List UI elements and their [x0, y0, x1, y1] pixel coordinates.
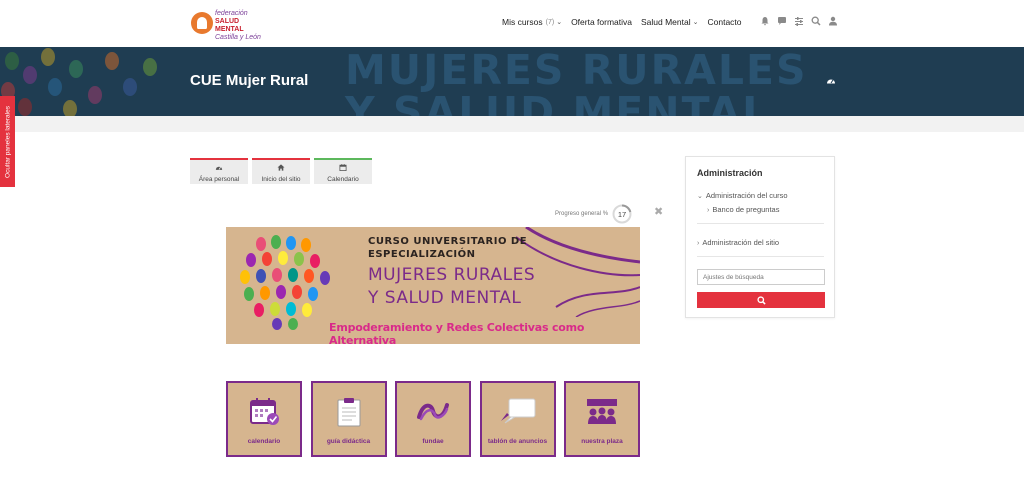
hands-decoration-icon — [1, 48, 157, 116]
tile-label: tablón de anuncios — [487, 438, 548, 445]
quicklink-calendario[interactable]: Calendario — [314, 158, 372, 184]
administration-block: Administración ⌄ Administración del curso… — [685, 156, 835, 318]
nav-label: Mis cursos — [502, 17, 543, 27]
course-tiles: calendario guía didáctica fundae tablón … — [226, 381, 649, 457]
calendar-check-icon — [250, 398, 279, 425]
site-logo[interactable]: federación SALUD MENTAL Castilla y León — [191, 10, 266, 41]
nav-oferta-formativa[interactable]: Oferta formativa — [571, 17, 632, 27]
colorful-hands-icon — [240, 235, 330, 330]
question-bank-label: Banco de preguntas — [712, 205, 780, 214]
nav-mis-cursos[interactable]: Mis cursos (7) ⌄ — [502, 17, 562, 27]
dashboard-icon — [190, 164, 248, 174]
progress-value: 17 — [618, 210, 626, 219]
progress-ring: 17 — [612, 204, 632, 224]
tile-guia-didactica[interactable]: guía didáctica — [310, 381, 387, 457]
top-navbar: federación SALUD MENTAL Castilla y León … — [0, 0, 1024, 47]
fundae-logo-icon — [417, 403, 449, 421]
logo-line-3: Castilla y León — [215, 34, 261, 41]
banner-bg-line-1: MUJERES RURALES — [345, 47, 808, 94]
clipboard-icon — [337, 398, 360, 427]
course-banner-image: CURSO UNIVERSITARIO DE ESPECIALIZACIÓN M… — [226, 227, 640, 344]
nav-label: Contacto — [707, 17, 742, 27]
course-image-line-1: CURSO UNIVERSITARIO DE — [368, 236, 528, 247]
people-icon — [587, 399, 617, 424]
chevron-down-icon: ⌄ — [556, 19, 563, 26]
side-tab-label: Ocultar paneles laterales — [4, 105, 11, 178]
nav-salud-mental[interactable]: Salud Mental ⌄ — [641, 17, 699, 27]
course-image-line-2: ESPECIALIZACIÓN — [368, 249, 476, 260]
admin-title: Administración — [697, 168, 763, 178]
page-title: CUE Mujer Rural — [190, 72, 309, 89]
bell-icon[interactable] — [759, 16, 770, 27]
banner-background-text: MUJERES RURALES Y SALUD MENTAL — [345, 49, 808, 116]
chevron-down-icon: ⌄ — [697, 193, 703, 200]
chevron-right-icon: › — [707, 207, 710, 214]
settings-search-button[interactable] — [697, 292, 825, 308]
logo-line-1: federación — [215, 10, 248, 17]
logo-text: federación SALUD MENTAL Castilla y León — [215, 10, 266, 42]
nav-contacto[interactable]: Contacto — [708, 17, 742, 27]
settings-search-input[interactable] — [697, 269, 825, 285]
search-icon[interactable] — [810, 16, 821, 27]
question-bank-link[interactable]: › Banco de preguntas — [707, 205, 779, 214]
quicklink-label: Inicio del sitio — [261, 176, 301, 183]
chevron-right-icon: › — [697, 240, 700, 247]
tile-tablon-anuncios[interactable]: tablón de anuncios — [479, 381, 556, 457]
progress-label: Progreso general % — [555, 211, 609, 217]
banner-bg-line-2: Y SALUD MENTAL — [345, 88, 771, 116]
tile-label: fundae — [422, 438, 444, 445]
admin-course-label: Administración del curso — [705, 191, 788, 200]
logo-line-2: SALUD MENTAL — [215, 18, 244, 33]
tile-label: nuestra plaza — [581, 438, 623, 445]
hide-side-panels-tab[interactable]: Ocultar paneles laterales — [0, 96, 15, 187]
course-header-banner: MUJERES RURALES Y SALUD MENTAL CUE Mujer… — [0, 47, 1024, 116]
home-icon — [252, 164, 310, 174]
close-icon[interactable]: ✖ — [654, 205, 663, 218]
tile-nuestra-plaza[interactable]: nuestra plaza — [564, 381, 640, 457]
tile-fundae[interactable]: fundae — [395, 381, 471, 457]
header-subband — [0, 116, 1024, 132]
course-image-title-1: MUJERES RURALES — [368, 265, 536, 285]
quicklink-label: Calendario — [327, 176, 359, 183]
site-admin-label: Administración del sitio — [702, 238, 780, 247]
tile-calendario[interactable]: calendario — [226, 381, 302, 457]
admin-course-link[interactable]: ⌄ Administración del curso — [697, 191, 788, 200]
quicklink-area-personal[interactable]: Área personal — [190, 158, 248, 184]
user-icon[interactable] — [827, 16, 838, 27]
logo-mark-icon — [191, 12, 213, 34]
site-admin-link[interactable]: › Administración del sitio — [697, 238, 779, 247]
search-icon — [756, 295, 766, 305]
chat-icon[interactable] — [776, 16, 787, 27]
course-count: (7) — [545, 18, 555, 26]
nav-label: Oferta formativa — [571, 17, 632, 27]
calendar-icon — [314, 164, 372, 174]
nav-icon-bar — [759, 16, 844, 27]
course-image-title-2: Y SALUD MENTAL — [368, 288, 522, 308]
quicklink-label: Área personal — [198, 176, 240, 183]
nav-label: Salud Mental — [641, 17, 691, 27]
dashboard-icon[interactable] — [826, 76, 836, 86]
admin-divider — [697, 223, 824, 224]
course-image-subtitle: Empoderamiento y Redes Colectivas como A… — [329, 321, 585, 344]
quicklink-inicio-sitio[interactable]: Inicio del sitio — [252, 158, 310, 184]
speech-bubble-icon — [500, 398, 535, 424]
main-menu: Mis cursos (7) ⌄ Oferta formativa Salud … — [502, 17, 751, 27]
tile-label: calendario — [247, 438, 281, 445]
chevron-down-icon: ⌄ — [692, 19, 699, 26]
admin-divider — [697, 256, 824, 257]
tile-label: guía didáctica — [326, 438, 371, 445]
quick-links: Área personal Inicio del sitio Calendari… — [190, 158, 376, 184]
sliders-icon[interactable] — [793, 16, 804, 27]
